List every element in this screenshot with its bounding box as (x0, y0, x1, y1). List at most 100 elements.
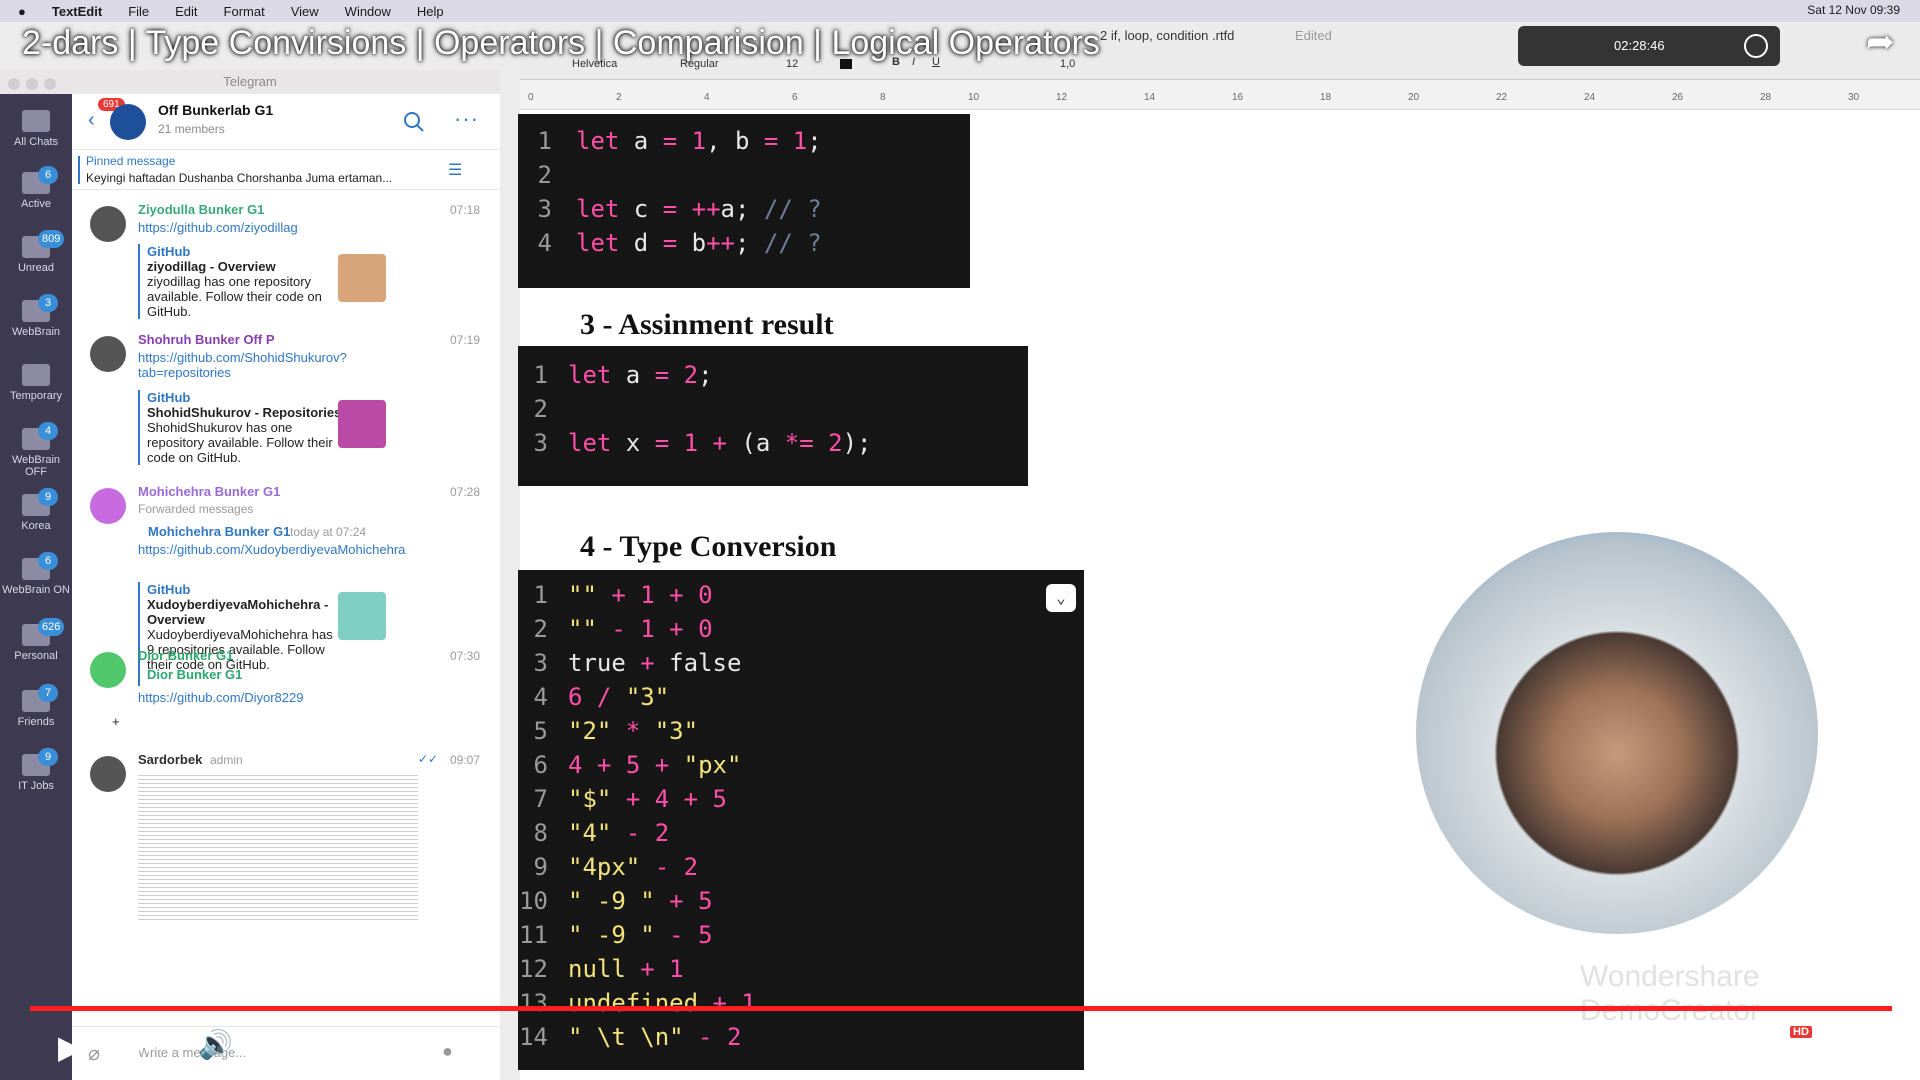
app-menu[interactable]: TextEdit (52, 4, 102, 19)
heading-type-conversion: 4 - Type Conversion (580, 530, 837, 563)
code-line: 3 let x = 1 + (a *= 2); (533, 429, 872, 457)
minimize-window-button[interactable] (26, 78, 38, 90)
code-line: 1 let a = 1, b = 1; (537, 127, 822, 155)
menu-help[interactable]: Help (417, 4, 444, 19)
preview-thumbnail[interactable] (338, 254, 386, 302)
folder-label: Personal (14, 650, 58, 662)
sender-name[interactable]: Sardorbek (138, 752, 202, 767)
zoom-window-button[interactable] (44, 78, 56, 90)
menu-view[interactable]: View (291, 4, 319, 19)
sender-avatar[interactable] (90, 488, 126, 524)
recorder-time: 02:28:46 (1614, 38, 1665, 53)
menu-window[interactable]: Window (345, 4, 391, 19)
folder-all-chats[interactable]: All Chats (0, 110, 72, 148)
code-line: 64 + 5 + "px" (533, 751, 742, 779)
code-block-type-conversion: 1 "" + 1 + 0 2 "" - 1 + 0 3 true + false 46… (518, 570, 1084, 1070)
chevron-down-icon[interactable]: ⌄ (1046, 584, 1076, 612)
message-link[interactable]: https://github.com/ShohidShukurov?tab=re… (138, 350, 378, 380)
code-line: 3 true + false (533, 649, 742, 677)
pin-list-icon[interactable]: ☰ (448, 160, 462, 180)
message-link[interactable]: https://github.com/Diyor8229 (138, 690, 378, 705)
folder-webbrain[interactable]: WebBrain 3 (0, 294, 72, 338)
folder-badge: 809 (38, 230, 65, 248)
menu-format[interactable]: Format (224, 4, 265, 19)
ruler-tick: 24 (1584, 92, 1596, 103)
volume-icon[interactable]: 🔊 (198, 1028, 233, 1061)
folder-it-jobs[interactable]: IT Jobs 9 (0, 748, 72, 792)
watermark: Wondershare DemoCreator (1580, 960, 1760, 1027)
ruler-tick: 14 (1144, 92, 1156, 103)
folder-personal[interactable]: Personal 626 (0, 618, 72, 662)
folder-badge: 7 (38, 684, 58, 702)
chat-header: ‹ 691 Off Bunkerlab G1 21 members ··· (72, 94, 500, 150)
folder-webbrain-off[interactable]: WebBrain OFF 4 (0, 422, 72, 478)
ruler-tick: 6 (792, 92, 798, 103)
code-line: 13 undefined + 1 (519, 989, 756, 1017)
exit-fullscreen-icon[interactable]: ⤡ (1840, 1028, 1864, 1062)
member-count: 21 members (158, 122, 225, 136)
apple-icon[interactable]: ● (18, 4, 26, 19)
folder-label: All Chats (13, 136, 59, 148)
code-line: 4 let d = b++; // ? (537, 229, 822, 257)
sender-avatar[interactable] (90, 206, 126, 242)
folder-korea[interactable]: Korea 9 (0, 488, 72, 532)
folder-label: Active (21, 198, 51, 210)
more-options-icon[interactable]: ··· (454, 106, 479, 132)
code-line: 3 let c = ++a; // ? (537, 195, 822, 223)
reply-quote[interactable]: Dior Bunker G1 (138, 666, 242, 686)
share-icon[interactable]: ➦ (1866, 22, 1895, 62)
folder-unread[interactable]: Unread 809 (0, 230, 72, 274)
forwarded-sender[interactable]: Mohichehra Bunker G1 (148, 524, 290, 539)
ruler-tick: 20 (1408, 92, 1420, 103)
menu-edit[interactable]: Edit (175, 4, 197, 19)
heading-assignment: 3 - Assinment result (580, 308, 834, 341)
preview-description: ShohidShukurov has one repository availa… (147, 420, 333, 465)
folder-webbrain-on[interactable]: WebBrain ON 6 (0, 552, 72, 596)
clock-icon[interactable] (1744, 34, 1768, 58)
video-title: 2-dars | Type Convirsions | Operators | … (22, 24, 1100, 62)
folder-friends[interactable]: Friends 7 (0, 684, 72, 728)
message-link[interactable]: https://github.com/ziyodillag (138, 220, 378, 235)
sender-name[interactable]: Dior Bunker G1 (138, 648, 233, 663)
ascii-table-image[interactable] (138, 772, 418, 922)
folder-label: Temporary (10, 390, 62, 402)
sender-avatar[interactable] (90, 756, 126, 792)
sender-name[interactable]: Shohruh Bunker Off P (138, 332, 275, 347)
code-line: 1 "" + 1 + 0 (533, 581, 713, 609)
chat-panel: ‹ 691 Off Bunkerlab G1 21 members ··· Pi… (72, 94, 500, 1080)
chat-title[interactable]: Off Bunkerlab G1 (158, 102, 273, 118)
sender-name[interactable]: Ziyodulla Bunker G1 (138, 202, 264, 217)
ruler-tick: 16 (1232, 92, 1244, 103)
subtitles-icon[interactable] (1708, 1034, 1740, 1058)
folder-badge: 3 (38, 294, 58, 312)
preview-thumbnail[interactable] (338, 592, 386, 640)
folder-label: WebBrain OFF (11, 454, 61, 478)
folder-badge: 6 (38, 552, 58, 570)
ruler-tick: 18 (1320, 92, 1332, 103)
folder-badge: 9 (38, 488, 58, 506)
close-window-button[interactable] (8, 78, 20, 90)
play-icon[interactable]: ▶ (58, 1028, 83, 1066)
message-link[interactable]: https://github.com/XudoyberdiyevaMohiche… (138, 542, 405, 557)
pinned-message[interactable]: Pinned message Keyingi haftadan Dushanba… (72, 150, 500, 190)
sender-avatar[interactable] (90, 336, 126, 372)
preview-thumbnail[interactable] (338, 400, 386, 448)
message-list: Ziyodulla Bunker G1 07:18 https://github.c… (72, 190, 500, 1080)
code-line: 10 " -9 " + 5 (519, 887, 713, 915)
folder-active[interactable]: Active 6 (0, 166, 72, 210)
menu-file[interactable]: File (128, 4, 149, 19)
autoplay-toggle[interactable] (1626, 1034, 1676, 1056)
sender-avatar[interactable] (90, 652, 126, 688)
folder-badge: 626 (38, 618, 65, 636)
recorder-widget: 02:28:46 (1518, 26, 1780, 66)
video-progress-bar[interactable] (30, 1006, 1892, 1011)
sender-name[interactable]: Mohichehra Bunker G1 (138, 484, 280, 499)
next-icon[interactable]: ⏭ (134, 1028, 161, 1062)
code-block-assignment: 1 let a = 2; 2 3 let x = 1 + (a *= 2); (518, 346, 1028, 486)
folder-label: IT Jobs (18, 780, 54, 792)
code-line: 2 "" - 1 + 0 (533, 615, 713, 643)
folder-temporary[interactable]: Temporary (0, 364, 72, 402)
chat-avatar[interactable] (110, 104, 146, 140)
search-icon[interactable] (402, 110, 426, 134)
back-arrow-icon[interactable]: ‹ (88, 109, 95, 132)
